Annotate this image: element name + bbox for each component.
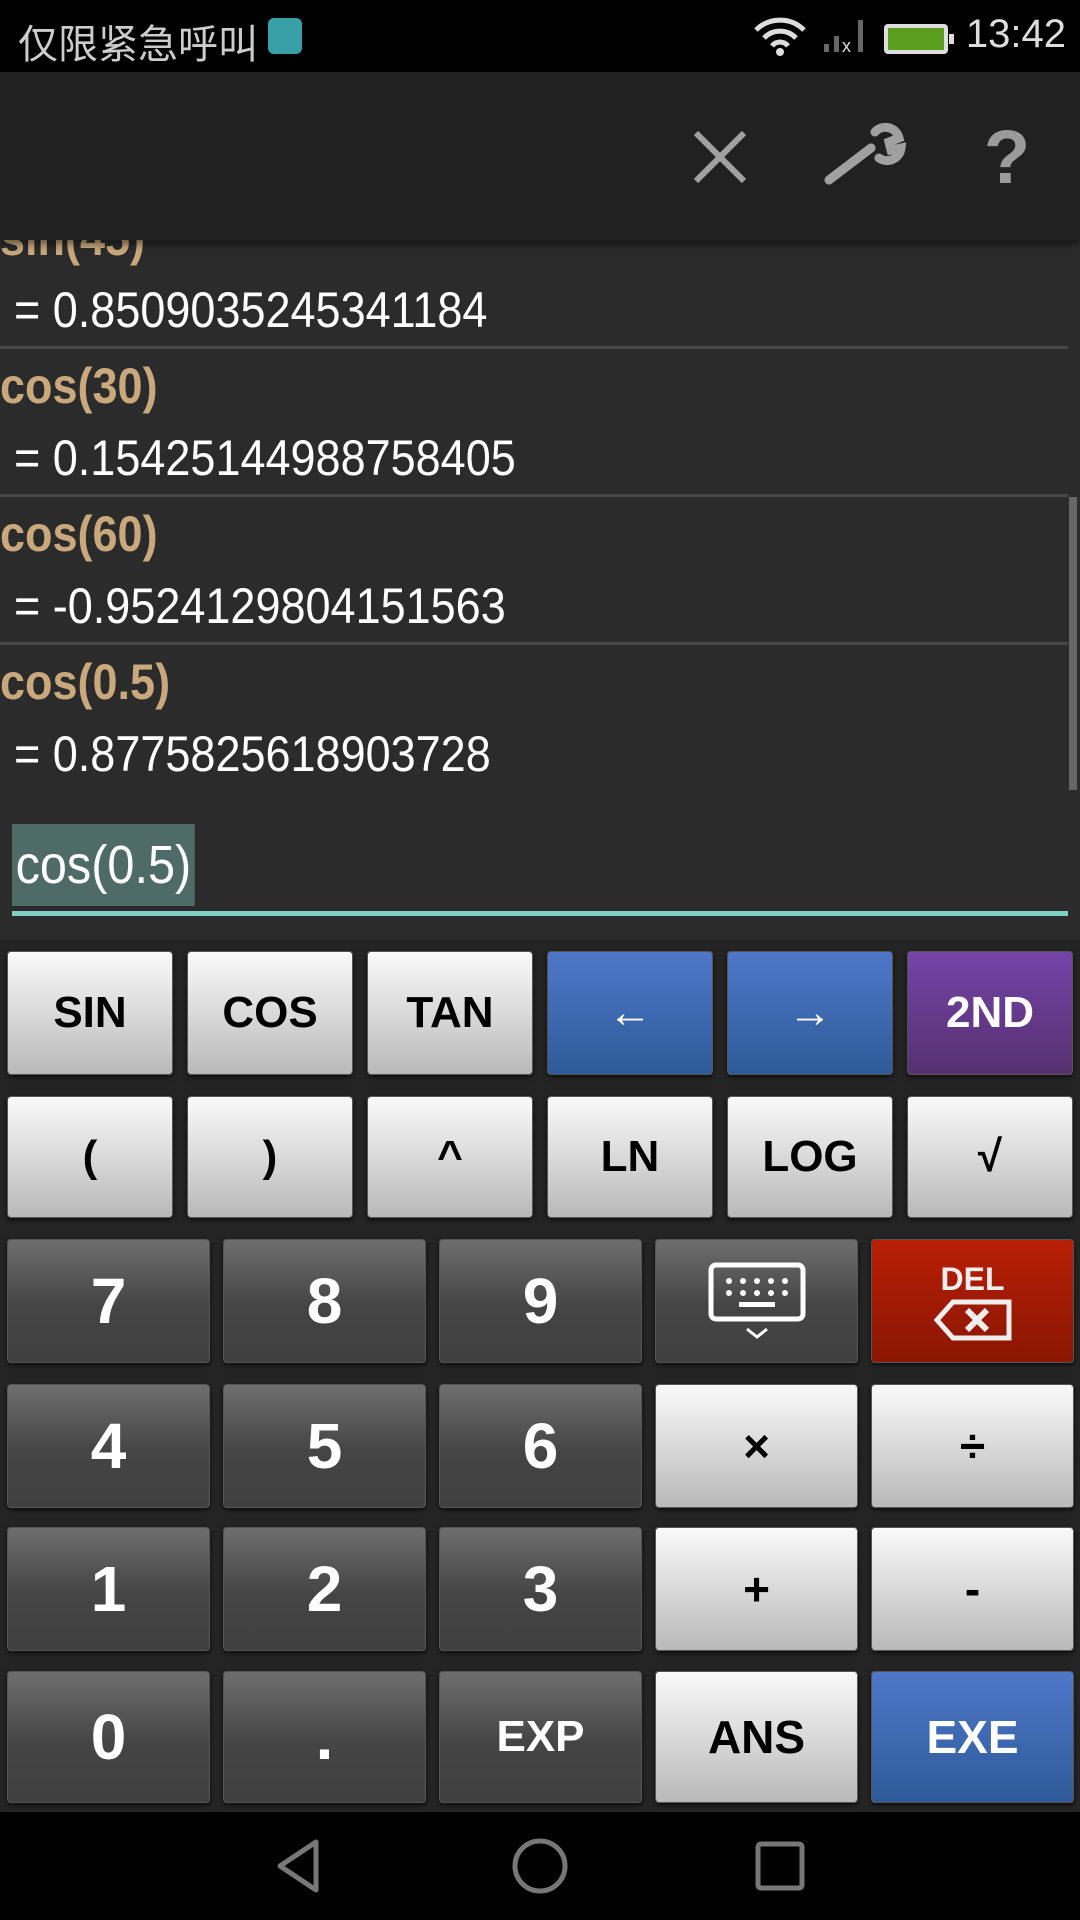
delete-button[interactable]: DEL	[871, 1239, 1074, 1363]
key-8-button[interactable]: 8	[223, 1239, 426, 1363]
svg-text:x: x	[842, 36, 851, 54]
key-tan-button[interactable]: TAN	[367, 951, 533, 1075]
key-label: 2ND	[945, 988, 1035, 1037]
key-label: ANS	[707, 1711, 806, 1763]
history-result: = 0.15425144988758405	[14, 430, 516, 486]
history-entry[interactable]: cos(0.5) = 0.8775825618903728	[0, 645, 1068, 793]
carrier-text: 仅限紧急呼叫	[18, 23, 258, 67]
key-label: 4	[90, 1410, 127, 1482]
signal-no-sim-icon: x	[824, 20, 863, 54]
history-result: = 0.8509035245341184	[14, 282, 488, 338]
key-label: DEL	[940, 1260, 1005, 1297]
help-icon[interactable]: ?	[962, 112, 1052, 202]
key-label: LOG	[762, 1132, 858, 1181]
history-expression: cos(30)	[0, 358, 158, 414]
key-2-button[interactable]: 2	[223, 1527, 426, 1651]
key-label: .	[315, 1701, 334, 1773]
key-label: 3	[522, 1553, 559, 1625]
key-divide-button[interactable]: ÷	[871, 1384, 1074, 1508]
key-label: 5	[306, 1410, 343, 1482]
key-2nd-button[interactable]: 2ND	[907, 951, 1073, 1075]
key-0-button[interactable]: 0	[7, 1671, 210, 1803]
key-label: 7	[90, 1265, 127, 1337]
key-close-paren-button[interactable]: )	[187, 1096, 353, 1218]
key-exp-button[interactable]: EXP	[439, 1671, 642, 1803]
wifi-icon	[754, 17, 806, 56]
key-power-button[interactable]: ^	[367, 1096, 533, 1218]
keyboard-toggle-button[interactable]	[655, 1239, 858, 1363]
key-label: 2	[306, 1553, 343, 1625]
key-label: →	[788, 988, 832, 1037]
history-result: = -0.9524129804151563	[14, 578, 506, 634]
key-right-button[interactable]: →	[727, 951, 893, 1075]
key-label: SIN	[53, 988, 127, 1037]
toolbar: ?	[0, 72, 1080, 240]
back-icon[interactable]	[270, 1836, 330, 1896]
key-1-button[interactable]: 1	[7, 1527, 210, 1651]
key-label: √	[977, 1132, 1003, 1181]
key-6-button[interactable]: 6	[439, 1384, 642, 1508]
expression-input[interactable]: cos(0.5)	[12, 824, 195, 906]
key-label: ^	[437, 1132, 463, 1181]
close-icon[interactable]	[675, 112, 765, 202]
key-label: LN	[600, 1132, 660, 1181]
key-3-button[interactable]: 3	[439, 1527, 642, 1651]
history-scrollbar[interactable]	[1069, 497, 1077, 790]
key-label: COS	[222, 988, 318, 1037]
key-label: 0	[90, 1701, 127, 1773]
keypad: SIN COS TAN ← → 2ND () ^ LN LOG √ 7 8 9 DEL 4 5 6 × ÷ 1 2 3 + - 0…	[0, 940, 1080, 1812]
key-label: ÷	[959, 1420, 986, 1472]
key-9-button[interactable]: 9	[439, 1239, 642, 1363]
key-label: 8	[306, 1265, 343, 1337]
input-underline	[12, 911, 1068, 916]
key-cos-button[interactable]: COS	[187, 951, 353, 1075]
key-label: (	[82, 1132, 98, 1181]
key-5-button[interactable]: 5	[223, 1384, 426, 1508]
key-log-button[interactable]: LOG	[727, 1096, 893, 1218]
key-label: +	[743, 1563, 770, 1615]
key-label: 6	[522, 1410, 559, 1482]
key-exe-button[interactable]: EXE	[871, 1671, 1074, 1803]
key-label: 9	[522, 1265, 559, 1337]
key-sqrt-button[interactable]: √	[907, 1096, 1073, 1218]
key-label: 1	[90, 1553, 127, 1625]
key-sin-button[interactable]: SIN	[7, 951, 173, 1075]
key-label: ←	[608, 988, 652, 1037]
key-label: ×	[743, 1420, 770, 1472]
key-minus-button[interactable]: -	[871, 1527, 1074, 1651]
history-result: = 0.8775825618903728	[14, 726, 491, 782]
history-entry[interactable]: cos(30) = 0.15425144988758405	[0, 349, 1068, 497]
history-expression: cos(0.5)	[0, 654, 171, 710]
key-ln-button[interactable]: LN	[547, 1096, 713, 1218]
history-entry[interactable]: cos(60) = -0.9524129804151563	[0, 497, 1068, 645]
history-list: sin(45)= 0.8509035245341184 cos(30)= 0.1…	[0, 200, 1080, 800]
key-4-button[interactable]: 4	[7, 1384, 210, 1508]
wrench-settings-icon[interactable]	[820, 112, 910, 202]
backspace-icon	[933, 1299, 1011, 1340]
key-open-paren-button[interactable]: (	[7, 1096, 173, 1218]
key-label: EXP	[496, 1712, 585, 1761]
recents-icon[interactable]	[750, 1836, 810, 1896]
clock: 13:42	[965, 12, 1066, 56]
key-label: )	[262, 1132, 278, 1181]
key-plus-button[interactable]: +	[655, 1527, 858, 1651]
key-left-button[interactable]: ←	[547, 951, 713, 1075]
keyboard-icon	[708, 1262, 805, 1339]
android-notification-icon	[268, 18, 302, 54]
key-multiply-button[interactable]: ×	[655, 1384, 858, 1508]
home-icon[interactable]	[510, 1836, 570, 1896]
key-label: EXE	[926, 1711, 1019, 1763]
key-label: TAN	[406, 988, 494, 1037]
history-expression: cos(60)	[0, 506, 158, 562]
key-ans-button[interactable]: ANS	[655, 1671, 858, 1803]
key-7-button[interactable]: 7	[7, 1239, 210, 1363]
navigation-bar	[0, 1812, 1080, 1920]
key-label: -	[964, 1563, 981, 1615]
status-bar: 仅限紧急呼叫 x 13:42	[0, 0, 1080, 72]
battery-charging-icon	[884, 24, 954, 54]
key-decimal-button[interactable]: .	[223, 1671, 426, 1803]
